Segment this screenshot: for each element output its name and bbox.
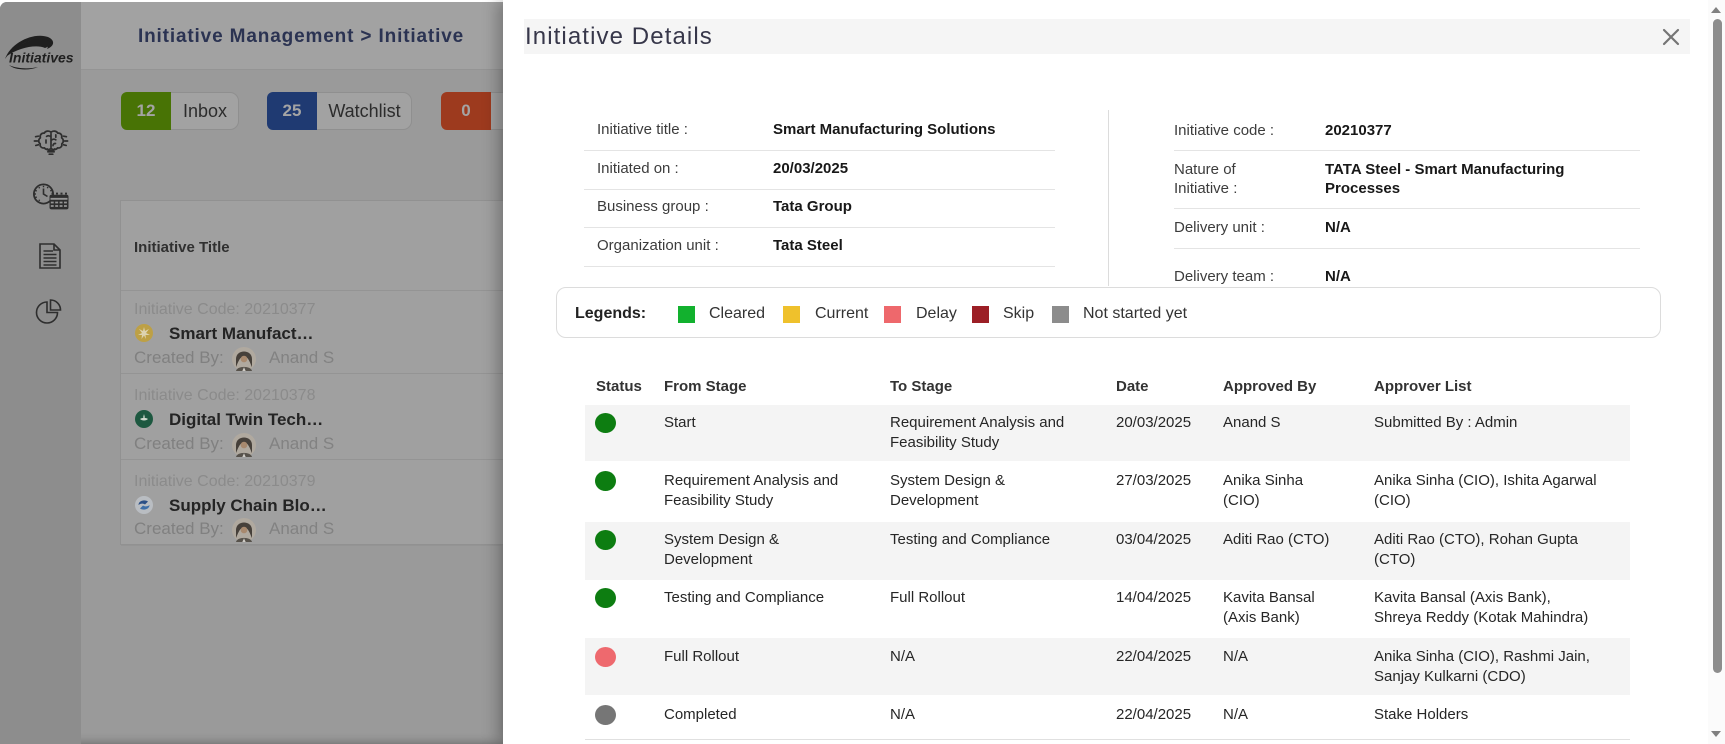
svg-text:Initiatives: Initiatives [9,50,74,66]
